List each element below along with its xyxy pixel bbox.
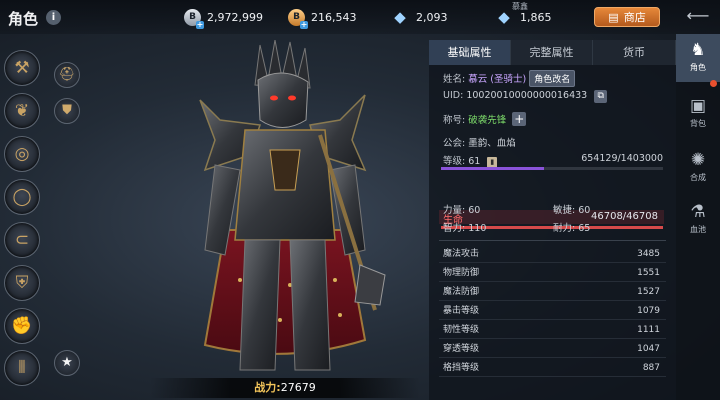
stat-row: 暴击等级 1079 [439, 302, 666, 320]
diamond-icon: ◆ [394, 7, 406, 26]
shoulder-icon[interactable]: ⛊ [54, 98, 80, 124]
blood-pool-icon: ⚗ [690, 202, 706, 222]
level-label: 等级: [443, 156, 466, 167]
nav-synthesis[interactable]: ✺ 合成 [676, 144, 720, 192]
nav-blood-pool[interactable]: ⚗ 血池 [676, 196, 720, 244]
helmet-icon[interactable]: ⛑ [54, 62, 80, 88]
title-row: 称号: 破袭先锋 + [443, 112, 527, 126]
back-icon[interactable]: ⟵ [682, 6, 714, 26]
title-value: 破袭先锋 [468, 115, 507, 126]
silver-coin-icon: B + [184, 8, 204, 29]
shop-button[interactable]: ▤ 商店 [594, 7, 660, 27]
character-model[interactable] [170, 40, 400, 380]
level-row: 等级: 61 ▮ 654129/1403000 [443, 153, 663, 168]
silver-value: 2,972,999 [207, 10, 263, 24]
tab-full-attributes[interactable]: 完整属性 [511, 40, 593, 65]
earrings-icon[interactable]: ❦ [4, 93, 40, 129]
diamond-value: 2,093 [416, 10, 448, 24]
nav-synthesis-label: 合成 [690, 173, 706, 182]
stat-row: 魔法攻击 3485 [439, 245, 666, 263]
attribute-panel: 基础属性 完整属性 货币 姓名: 慕云 (圣骑士) 角色改名 UID: 1002… [429, 40, 676, 400]
nav-bag[interactable]: ▣ 背包 [676, 90, 720, 138]
level-value: 61 [468, 156, 481, 167]
bound-diamond-currency[interactable]: ◆ 1,865 [494, 7, 552, 26]
star-icon[interactable]: ★ [54, 350, 80, 376]
nav-blood-pool-label: 血池 [690, 225, 706, 234]
tab-currency[interactable]: 货币 [593, 40, 676, 65]
stat-row: 格挡等级 887 [439, 359, 666, 377]
chest-armor-icon[interactable]: ⛨ [4, 265, 40, 301]
tab-basic-attributes[interactable]: 基础属性 [429, 40, 511, 65]
page-title: 角色 [8, 10, 39, 28]
guild-row: 公会: 墨韵、血焰 [443, 135, 516, 149]
add-icon[interactable]: + [196, 20, 204, 29]
combat-power-label: 战力: [254, 381, 281, 394]
ring-icon[interactable]: ◯ [4, 179, 40, 215]
guild-label: 公会: [443, 138, 466, 149]
nav-role-label: 角色 [690, 63, 706, 72]
stat-row: 魔法防御 1527 [439, 283, 666, 301]
silver-currency[interactable]: B + 2,972,999 [184, 8, 263, 29]
uid-row: UID: 10020010000000016433 ⧉ [443, 90, 608, 103]
right-nav: ♞ 角色 ▣ 背包 ✺ 合成 ⚗ 血池 [676, 34, 720, 400]
stat-row: 穿透等级 1047 [439, 340, 666, 358]
stat-row: 韧性等级 1111 [439, 321, 666, 339]
diamond-currency[interactable]: ◆ 2,093 [390, 7, 448, 26]
guild-value: 墨韵、血焰 [468, 138, 516, 149]
necklace-icon[interactable]: ◎ [4, 136, 40, 172]
uid-label: UID: [443, 90, 464, 101]
gauntlet-icon[interactable]: ✊ [4, 308, 40, 344]
rename-button[interactable]: 角色改名 [529, 70, 576, 87]
hammer-icon[interactable]: ⚒ [4, 50, 40, 86]
title-label: 称号: [443, 115, 466, 126]
gold-value: 216,543 [311, 10, 357, 24]
nav-role[interactable]: ♞ 角色 [676, 34, 720, 82]
stat-row: 物理防御 1551 [439, 264, 666, 282]
name-value: 慕云 (圣骑士) [468, 74, 527, 85]
synthesis-icon: ✺ [690, 150, 706, 170]
bracelet-icon[interactable]: ⊂ [4, 222, 40, 258]
boots-icon[interactable]: ⫴ [4, 350, 40, 386]
shop-label: 商店 [623, 11, 646, 24]
top-bar: 角色 i B + 2,972,999 B + 216,543 ◆ 2,093 慕鑫 … [0, 0, 720, 34]
bag-icon: ▣ [689, 96, 707, 116]
gold-coin-icon: B + [288, 8, 308, 29]
attribute-stamina: 耐力: 65 [553, 223, 591, 234]
add-title-icon[interactable]: + [512, 112, 527, 126]
shop-icon: ▤ [608, 10, 619, 24]
add-icon[interactable]: + [300, 20, 308, 29]
bound-diamond-icon: ◆ [498, 7, 510, 26]
combat-power: 战力:27679 [150, 378, 420, 398]
hp-value: 46708/46708 [591, 211, 658, 222]
exp-bar [441, 167, 663, 170]
bound-diamond-value: 1,865 [520, 10, 552, 24]
name-label: 姓名: [443, 74, 466, 85]
copy-icon[interactable]: ⧉ [594, 90, 608, 103]
info-icon[interactable]: i [46, 10, 61, 25]
attribute-intellect: 智力: 110 [443, 223, 487, 234]
divider [439, 240, 666, 241]
name-row: 姓名: 慕云 (圣骑士) 角色改名 [443, 70, 576, 87]
combat-power-value: 27679 [280, 381, 316, 394]
uid-value: 10020010000000016433 [466, 90, 588, 101]
attribute-strength: 力量: 60 [443, 205, 481, 216]
gold-currency[interactable]: B + 216,543 [288, 8, 357, 29]
role-icon: ♞ [690, 40, 706, 60]
exp-bar-fill [441, 167, 545, 170]
nav-bag-label: 背包 [690, 119, 706, 128]
exp-value: 654129/1403000 [581, 153, 663, 164]
attribute-agility: 敏捷: 60 [553, 205, 591, 216]
notification-dot [710, 80, 717, 87]
